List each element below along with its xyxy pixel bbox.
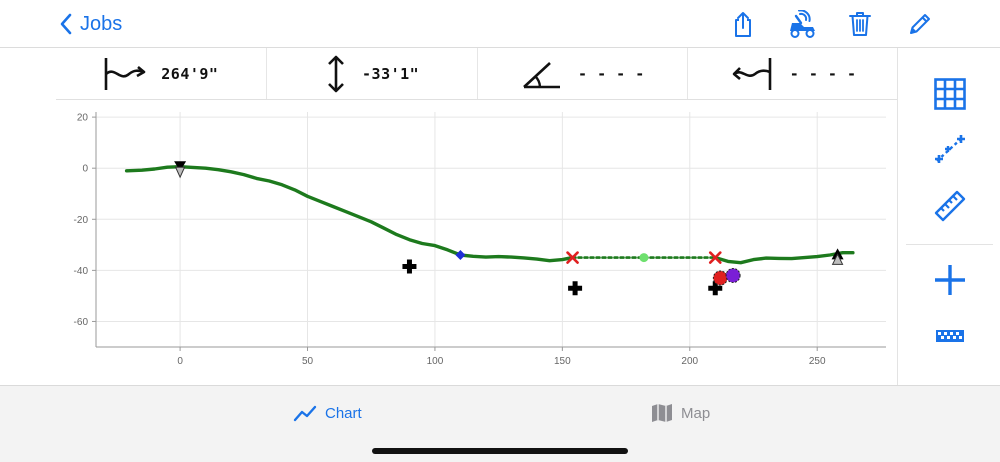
angle-metric: - - - - (478, 48, 689, 99)
chart-canvas[interactable]: 0 50 100 150 200 250200-20-40-60 (56, 100, 898, 385)
pencil-icon (910, 14, 930, 34)
back-to-jobs-button[interactable]: Jobs (58, 10, 122, 38)
y-tick-label: 0 (82, 164, 88, 175)
ruler-button[interactable] (898, 184, 1000, 228)
horizontal-distance-value: 264'9" (161, 64, 219, 83)
reading-cross-marker (402, 259, 417, 274)
x-tick-label: 150 (554, 356, 571, 367)
checkered-strip-icon (935, 330, 964, 342)
entry-marker-shadow (174, 166, 186, 179)
back-label: Jobs (80, 12, 123, 35)
point-to-point-icon (934, 135, 965, 163)
ruler-icon (934, 190, 965, 222)
bore-length-metric: - - - - (688, 48, 898, 99)
x-tick-label: 50 (302, 356, 314, 367)
add-point-button[interactable] (898, 258, 1000, 302)
gap-midpoint-marker (639, 253, 649, 263)
bore-length-value: - - - - (789, 64, 857, 83)
metrics-bar: 264'9" -33'1" - - - - - - - - (56, 48, 898, 100)
y-tick-label: -60 (74, 317, 89, 328)
horizontal-distance-icon (104, 57, 146, 90)
locator-circle-marker (712, 270, 728, 286)
tab-map[interactable]: Map (651, 400, 710, 426)
plus-icon (934, 265, 965, 295)
home-indicator (372, 448, 628, 454)
reading-cross-marker (568, 281, 583, 296)
bore-profile-line (713, 250, 855, 265)
bore-profile-line (124, 164, 575, 263)
vertical-distance-value: -33'1" (362, 64, 420, 83)
right-toolbar (897, 48, 1000, 385)
chevron-left-icon (58, 10, 78, 38)
edit-button[interactable] (902, 8, 938, 40)
top-navigation-bar: Jobs (0, 0, 1000, 48)
x-tick-label: 200 (681, 356, 698, 367)
tab-map-label: Map (681, 404, 711, 422)
y-tick-label: -40 (74, 266, 89, 277)
drill-rig-signal-icon (790, 10, 815, 38)
delete-button[interactable] (842, 8, 878, 40)
trash-icon (849, 12, 871, 36)
angle-value: - - - - (578, 64, 645, 83)
toolbar-divider (906, 244, 993, 245)
angle-icon (523, 61, 561, 88)
locator-circle-marker (725, 267, 741, 283)
grid-toggle-button[interactable] (898, 72, 1000, 116)
pipe-layer-button[interactable] (898, 314, 1000, 358)
drill-rig-button[interactable] (783, 8, 823, 40)
map-icon (652, 404, 672, 422)
grid-icon (933, 78, 966, 110)
tab-chart-label: Chart (325, 404, 362, 422)
share-button[interactable] (725, 8, 761, 40)
app-window: Jobs 264'9" -33'1" - - - - - - - - 0 50 … (0, 0, 1000, 462)
y-tick-label: -20 (74, 215, 89, 226)
diamond-marker (455, 250, 466, 261)
x-tick-label: 100 (427, 356, 444, 367)
line-chart-icon (293, 405, 317, 422)
measure-points-button[interactable] (898, 128, 1000, 172)
x-tick-label: 0 (177, 356, 183, 367)
bore-profile-chart[interactable]: 0 50 100 150 200 250 20 0 -20 -40 -60 (56, 100, 898, 385)
x-tick-label: 250 (809, 356, 826, 367)
vertical-distance-icon (328, 55, 344, 92)
bore-length-icon (732, 57, 772, 90)
y-tick-label: 20 (77, 113, 89, 124)
vertical-distance-metric: -33'1" (267, 48, 478, 99)
tab-chart[interactable]: Chart (293, 400, 362, 426)
share-icon (735, 12, 751, 37)
horizontal-distance-metric: 264'9" (56, 48, 267, 99)
